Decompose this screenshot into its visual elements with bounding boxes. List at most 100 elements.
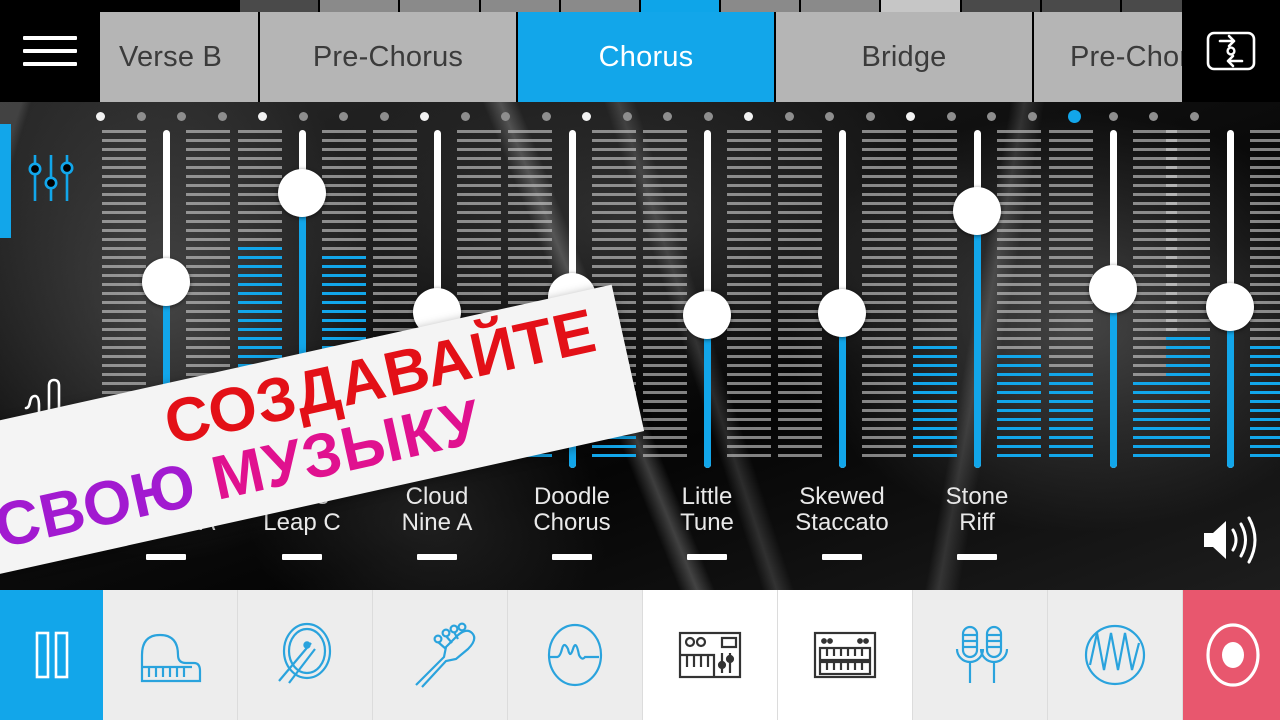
- instrument-synthwave[interactable]: [1048, 590, 1183, 720]
- meter-tick: [592, 445, 636, 448]
- channel-strip[interactable]: Stone Riff: [911, 102, 1043, 590]
- meter-tick: [727, 355, 771, 358]
- minimap-segment[interactable]: [801, 0, 880, 12]
- instrument-audiofx[interactable]: [508, 590, 643, 720]
- minimap-segment[interactable]: [881, 0, 960, 12]
- meter-tick: [997, 157, 1041, 160]
- meter-tick: [778, 418, 822, 421]
- beat-dot[interactable]: [1027, 112, 1037, 121]
- minimap-segment[interactable]: [961, 0, 1040, 12]
- beat-dot[interactable]: [784, 112, 794, 121]
- beat-dot[interactable]: [1108, 112, 1118, 121]
- beat-dot[interactable]: [339, 112, 348, 121]
- instrument-guitar[interactable]: [373, 590, 508, 720]
- minimap-segment[interactable]: [640, 0, 720, 12]
- beat-dot[interactable]: [1068, 110, 1081, 123]
- beat-dot[interactable]: [663, 112, 672, 121]
- fader-knob[interactable]: [953, 187, 1001, 235]
- speaker-volume-icon: [1204, 516, 1257, 564]
- meter-tick: [1166, 175, 1210, 178]
- meter-tick: [1049, 328, 1093, 331]
- minimap-segment[interactable]: [400, 0, 479, 12]
- loop-repeat-icon: [1206, 31, 1256, 71]
- instrument-keyboard[interactable]: [778, 590, 913, 720]
- instrument-toolbar[interactable]: [0, 590, 1280, 720]
- beat-dots-row[interactable]: [0, 110, 1280, 124]
- meter-tick: [778, 445, 822, 448]
- instrument-synth[interactable]: [643, 590, 778, 720]
- beat-dot[interactable]: [298, 112, 308, 121]
- beat-dot[interactable]: [136, 112, 146, 121]
- beat-dot[interactable]: [865, 112, 875, 121]
- beat-dot[interactable]: [825, 112, 834, 121]
- beat-dot[interactable]: [987, 112, 996, 121]
- meter-tick: [1166, 310, 1210, 313]
- beat-dot[interactable]: [177, 112, 186, 121]
- master-volume-button[interactable]: [1184, 500, 1272, 580]
- channel-strip[interactable]: Little Tune: [641, 102, 773, 590]
- song-minimap[interactable]: [240, 0, 1201, 12]
- meter-tick: [238, 274, 282, 277]
- beat-dot[interactable]: [622, 112, 632, 121]
- fader-knob[interactable]: [1089, 265, 1137, 313]
- meter-tick: [643, 175, 687, 178]
- menu-button[interactable]: [0, 0, 100, 102]
- meter-tick: [1166, 445, 1210, 448]
- section-tabs[interactable]: Verse B Pre-Chorus Chorus Bridge Pre-Chorus: [88, 12, 1208, 102]
- loop-button[interactable]: [1182, 0, 1280, 102]
- tab-pre-chorus[interactable]: Pre-Chorus: [260, 12, 518, 102]
- meter-tick: [1250, 436, 1280, 439]
- meter-tick: [1250, 265, 1280, 268]
- meter-tick: [1166, 193, 1210, 196]
- minimap-segment[interactable]: [320, 0, 399, 12]
- instrument-vocals[interactable]: [913, 590, 1048, 720]
- fader-knob[interactable]: [1206, 283, 1254, 331]
- meter-tick: [508, 256, 552, 259]
- beat-dot[interactable]: [744, 112, 753, 121]
- record-button[interactable]: [1183, 590, 1280, 720]
- meter-tick: [643, 337, 687, 340]
- minimap-segment[interactable]: [721, 0, 800, 12]
- pause-button[interactable]: [0, 590, 103, 720]
- beat-dot[interactable]: [703, 112, 713, 121]
- channel-strip[interactable]: [1047, 102, 1179, 590]
- meter-tick: [1166, 292, 1210, 295]
- beat-dot[interactable]: [217, 112, 227, 121]
- beat-dot[interactable]: [258, 112, 267, 121]
- beat-dot[interactable]: [946, 112, 956, 121]
- meter-tick: [508, 274, 552, 277]
- tab-verse-b[interactable]: Verse B: [88, 12, 260, 102]
- beat-dot[interactable]: [906, 112, 915, 121]
- meter-tick: [238, 202, 282, 205]
- meter-tick: [592, 265, 636, 268]
- beat-dot[interactable]: [501, 112, 510, 121]
- beat-dot[interactable]: [460, 112, 470, 121]
- beat-dot[interactable]: [582, 112, 591, 121]
- beat-dot[interactable]: [1189, 112, 1199, 121]
- beat-dot[interactable]: [1149, 112, 1158, 121]
- minimap-segment[interactable]: [1041, 0, 1120, 12]
- meter-tick: [913, 364, 957, 367]
- tab-chorus[interactable]: Chorus: [518, 12, 776, 102]
- sidebar-item-mixer[interactable]: [16, 140, 86, 216]
- fader-knob[interactable]: [278, 169, 326, 217]
- meter-tick: [1049, 427, 1093, 430]
- instrument-drums[interactable]: [238, 590, 373, 720]
- channel-strip[interactable]: Skewed Staccato: [776, 102, 908, 590]
- tab-bridge[interactable]: Bridge: [776, 12, 1034, 102]
- beat-dot[interactable]: [420, 112, 429, 121]
- instrument-piano[interactable]: [103, 590, 238, 720]
- fader-knob[interactable]: [818, 289, 866, 337]
- meter-tick: [862, 265, 906, 268]
- meter-tick: [592, 193, 636, 196]
- fader-knob[interactable]: [683, 291, 731, 339]
- meter-tick: [778, 409, 822, 412]
- minimap-segment[interactable]: [240, 0, 319, 12]
- meter-tick: [373, 319, 417, 322]
- meter-tick: [1049, 337, 1093, 340]
- minimap-segment[interactable]: [480, 0, 559, 12]
- beat-dot[interactable]: [541, 112, 551, 121]
- fader-knob[interactable]: [142, 258, 190, 306]
- minimap-segment[interactable]: [560, 0, 639, 12]
- beat-dot[interactable]: [379, 112, 389, 121]
